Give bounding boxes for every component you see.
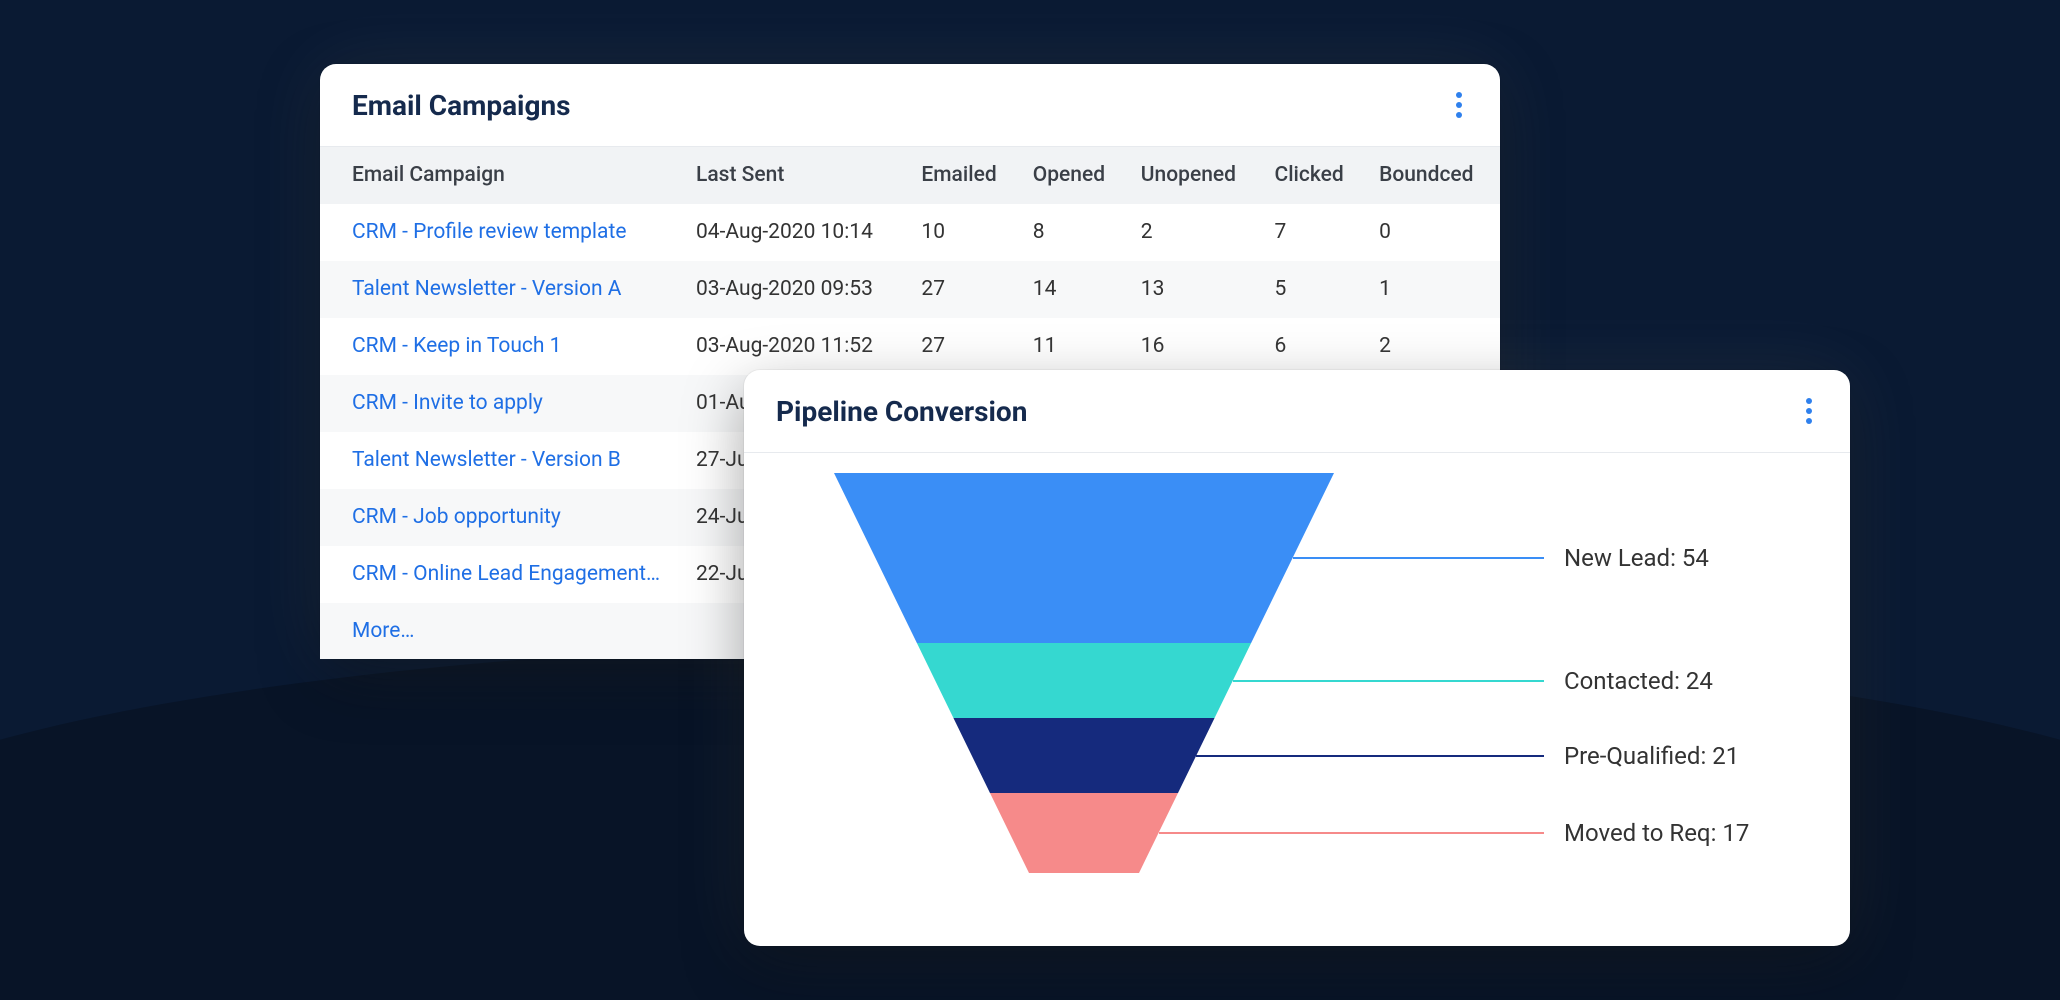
campaign-link[interactable]: CRM - Online Lead Engagement…	[352, 562, 660, 586]
cell-last-sent: 03-Aug-2020 11:52	[684, 318, 909, 375]
card-title: Email Campaigns	[352, 89, 571, 122]
col-emailed[interactable]: Emailed	[909, 147, 1020, 204]
funnel-stage	[917, 643, 1251, 718]
campaign-link[interactable]: CRM - Invite to apply	[352, 391, 543, 415]
campaign-link[interactable]: CRM - Keep in Touch 1	[352, 334, 562, 358]
legend-leader-line	[1293, 557, 1544, 559]
legend-label: New Lead: 54	[1564, 544, 1709, 572]
col-opened[interactable]: Opened	[1021, 147, 1129, 204]
cell-opened[interactable]: 8	[1021, 204, 1129, 261]
legend-label: Contacted: 24	[1564, 667, 1713, 695]
funnel-stage	[834, 473, 1334, 643]
campaign-link[interactable]: CRM - Profile review template	[352, 220, 626, 244]
cell-last-sent: 04-Aug-2020 10:14	[684, 204, 909, 261]
cell-unopened[interactable]: 2	[1129, 204, 1263, 261]
cell-clicked[interactable]: 7	[1263, 204, 1368, 261]
col-unopened[interactable]: Unopened	[1129, 147, 1263, 204]
campaign-link[interactable]: Talent Newsletter - Version A	[352, 277, 622, 301]
funnel-stage	[953, 718, 1214, 793]
cell-emailed[interactable]: 27	[909, 261, 1020, 318]
legend-label: Moved to Req: 17	[1564, 819, 1749, 847]
col-clicked[interactable]: Clicked	[1263, 147, 1368, 204]
cell-unopened[interactable]: 13	[1129, 261, 1263, 318]
cell-bounced[interactable]: 2	[1367, 318, 1500, 375]
kebab-menu-button[interactable]	[1446, 86, 1472, 124]
cell-last-sent: 03-Aug-2020 09:53	[684, 261, 909, 318]
cell-unopened[interactable]: 16	[1129, 318, 1263, 375]
cell-opened[interactable]: 14	[1021, 261, 1129, 318]
col-last-sent[interactable]: Last Sent	[684, 147, 909, 204]
cell-opened[interactable]: 11	[1021, 318, 1129, 375]
cell-emailed[interactable]: 27	[909, 318, 1020, 375]
more-link[interactable]: More…	[352, 619, 414, 643]
campaign-link[interactable]: CRM - Job opportunity	[352, 505, 561, 529]
cell-clicked[interactable]: 5	[1263, 261, 1368, 318]
table-row: CRM - Keep in Touch 1 03-Aug-2020 11:5227…	[320, 318, 1500, 375]
campaign-link[interactable]: Talent Newsletter - Version B	[352, 448, 621, 472]
legend-label: Pre-Qualified: 21	[1564, 742, 1739, 770]
kebab-menu-button[interactable]	[1796, 392, 1822, 430]
cell-emailed[interactable]: 10	[909, 204, 1020, 261]
legend-leader-line	[1196, 755, 1544, 757]
cell-bounced[interactable]: 0	[1367, 204, 1500, 261]
card-title: Pipeline Conversion	[776, 395, 1027, 428]
funnel-chart	[824, 473, 1344, 917]
cell-clicked[interactable]: 6	[1263, 318, 1368, 375]
card-header: Pipeline Conversion	[744, 370, 1850, 453]
pipeline-conversion-card: Pipeline Conversion New Lead: 54 Contacte…	[744, 370, 1850, 946]
col-bounced[interactable]: Boundced	[1367, 147, 1500, 204]
table-row: Talent Newsletter - Version A 03-Aug-2020…	[320, 261, 1500, 318]
pipeline-body: New Lead: 54 Contacted: 24 Pre-Qualified: …	[744, 453, 1850, 953]
table-row: CRM - Profile review template 04-Aug-2020…	[320, 204, 1500, 261]
funnel-stage	[990, 793, 1178, 873]
legend-leader-line	[1233, 680, 1544, 682]
card-header: Email Campaigns	[320, 64, 1500, 147]
cell-bounced[interactable]: 1	[1367, 261, 1500, 318]
legend-leader-line	[1159, 832, 1545, 834]
col-campaign[interactable]: Email Campaign	[320, 147, 684, 204]
